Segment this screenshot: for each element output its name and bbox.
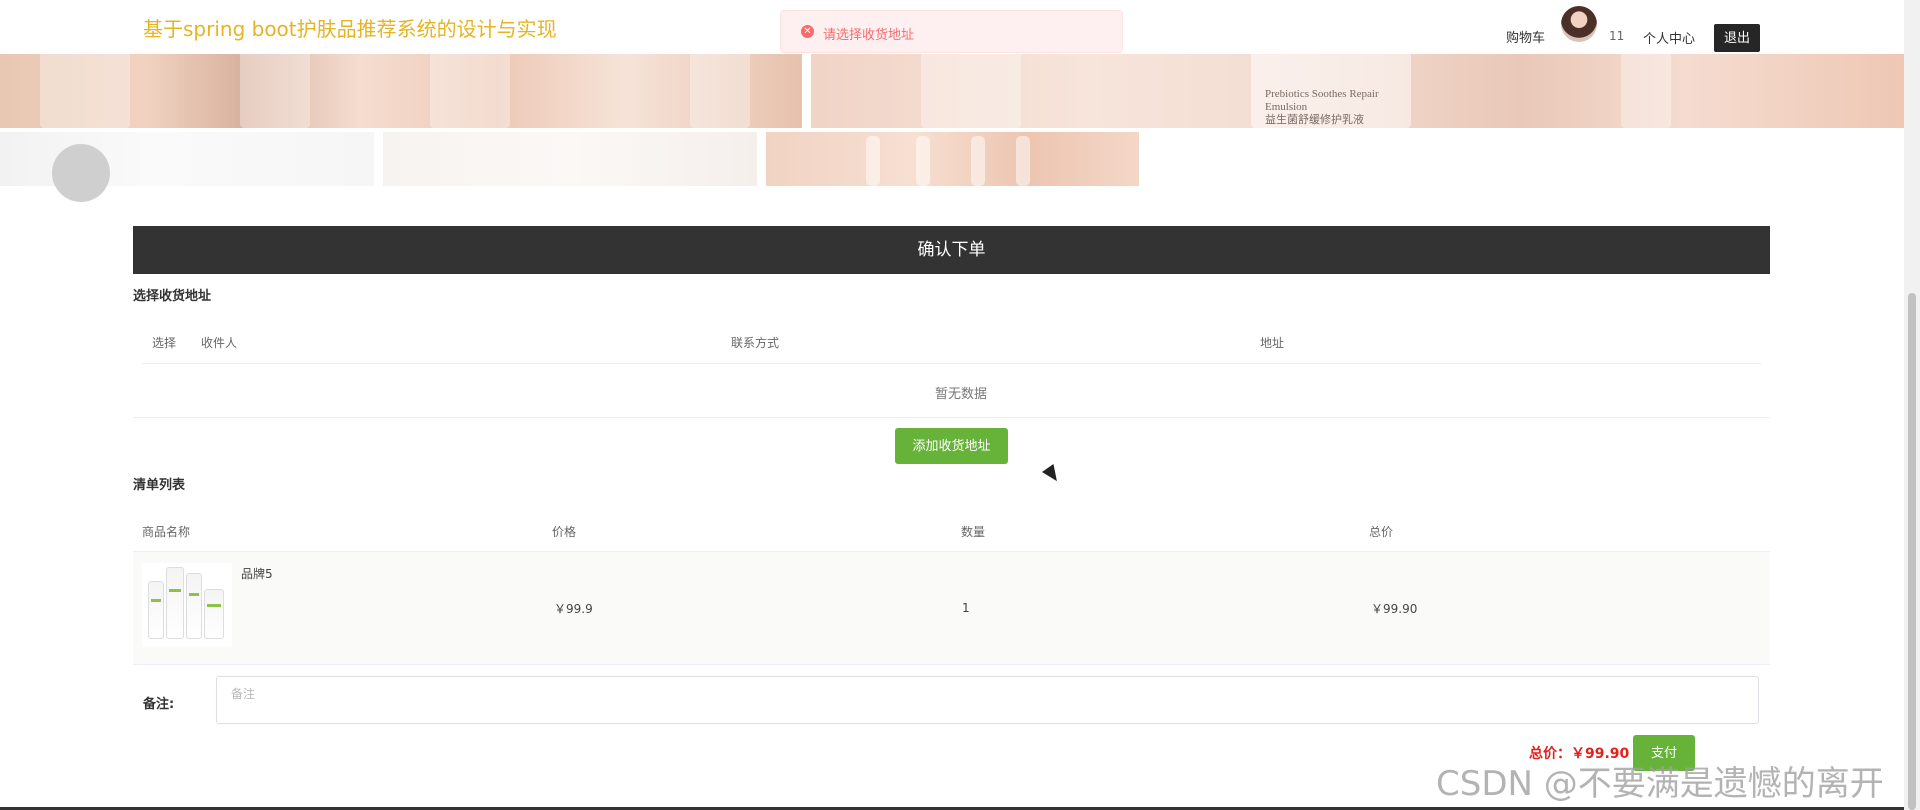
page-scrollbar[interactable] — [1904, 0, 1920, 810]
nav-username: 11 — [1609, 29, 1625, 43]
nav-profile-link[interactable]: 个人中心 — [1643, 28, 1695, 47]
table-row — [133, 552, 1770, 664]
thumbnail-1[interactable] — [0, 132, 374, 202]
product-quantity: 1 — [962, 601, 970, 615]
address-section-title: 选择收货地址 — [133, 289, 212, 304]
mouse-cursor-icon — [1042, 463, 1063, 486]
order-list-title: 清单列表 — [133, 478, 186, 493]
toast-message: 请选择收货地址 — [823, 28, 915, 43]
avatar[interactable] — [1561, 6, 1597, 42]
nav-cart-link[interactable]: 购物车 — [1506, 27, 1545, 46]
remark-label: 备注: — [143, 697, 175, 712]
product-name[interactable]: 品牌5 — [241, 565, 273, 582]
logout-button[interactable]: 退出 — [1714, 24, 1760, 52]
divider — [142, 363, 1761, 364]
address-col-contact: 联系方式 — [731, 336, 780, 350]
list-col-total: 总价 — [1369, 525, 1394, 539]
address-col-recipient: 收件人 — [201, 336, 238, 350]
address-col-select: 选择 — [152, 336, 177, 350]
remark-input[interactable] — [216, 676, 1759, 724]
product-total: ￥99.90 — [1371, 602, 1418, 616]
address-col-address: 地址 — [1260, 336, 1285, 350]
watermark: CSDN @不要满是遗憾的离开 — [1436, 764, 1884, 804]
thumbnail-2[interactable] — [383, 132, 757, 186]
thumbnail-3[interactable] — [766, 132, 1139, 186]
add-address-button[interactable]: 添加收货地址 — [895, 428, 1008, 464]
error-toast: ✕ 请选择收货地址 — [780, 10, 1123, 53]
address-empty-text: 暂无数据 — [935, 387, 988, 402]
list-col-name: 商品名称 — [142, 525, 191, 539]
site-title[interactable]: 基于spring boot护肤品推荐系统的设计与实现 — [143, 13, 557, 42]
divider — [133, 417, 1770, 418]
list-col-quantity: 数量 — [961, 525, 986, 539]
error-circle-icon: ✕ — [801, 25, 814, 38]
product-price: ￥99.9 — [554, 602, 593, 616]
banner-product-text: Prebiotics Soothes Repair Emulsion 益生菌舒缓… — [1265, 88, 1379, 126]
product-image[interactable] — [142, 563, 232, 647]
scrollbar-thumb[interactable] — [1908, 293, 1916, 810]
list-col-price: 价格 — [552, 525, 577, 539]
page-title: 确认下单 — [133, 226, 1770, 274]
divider — [133, 664, 1770, 665]
